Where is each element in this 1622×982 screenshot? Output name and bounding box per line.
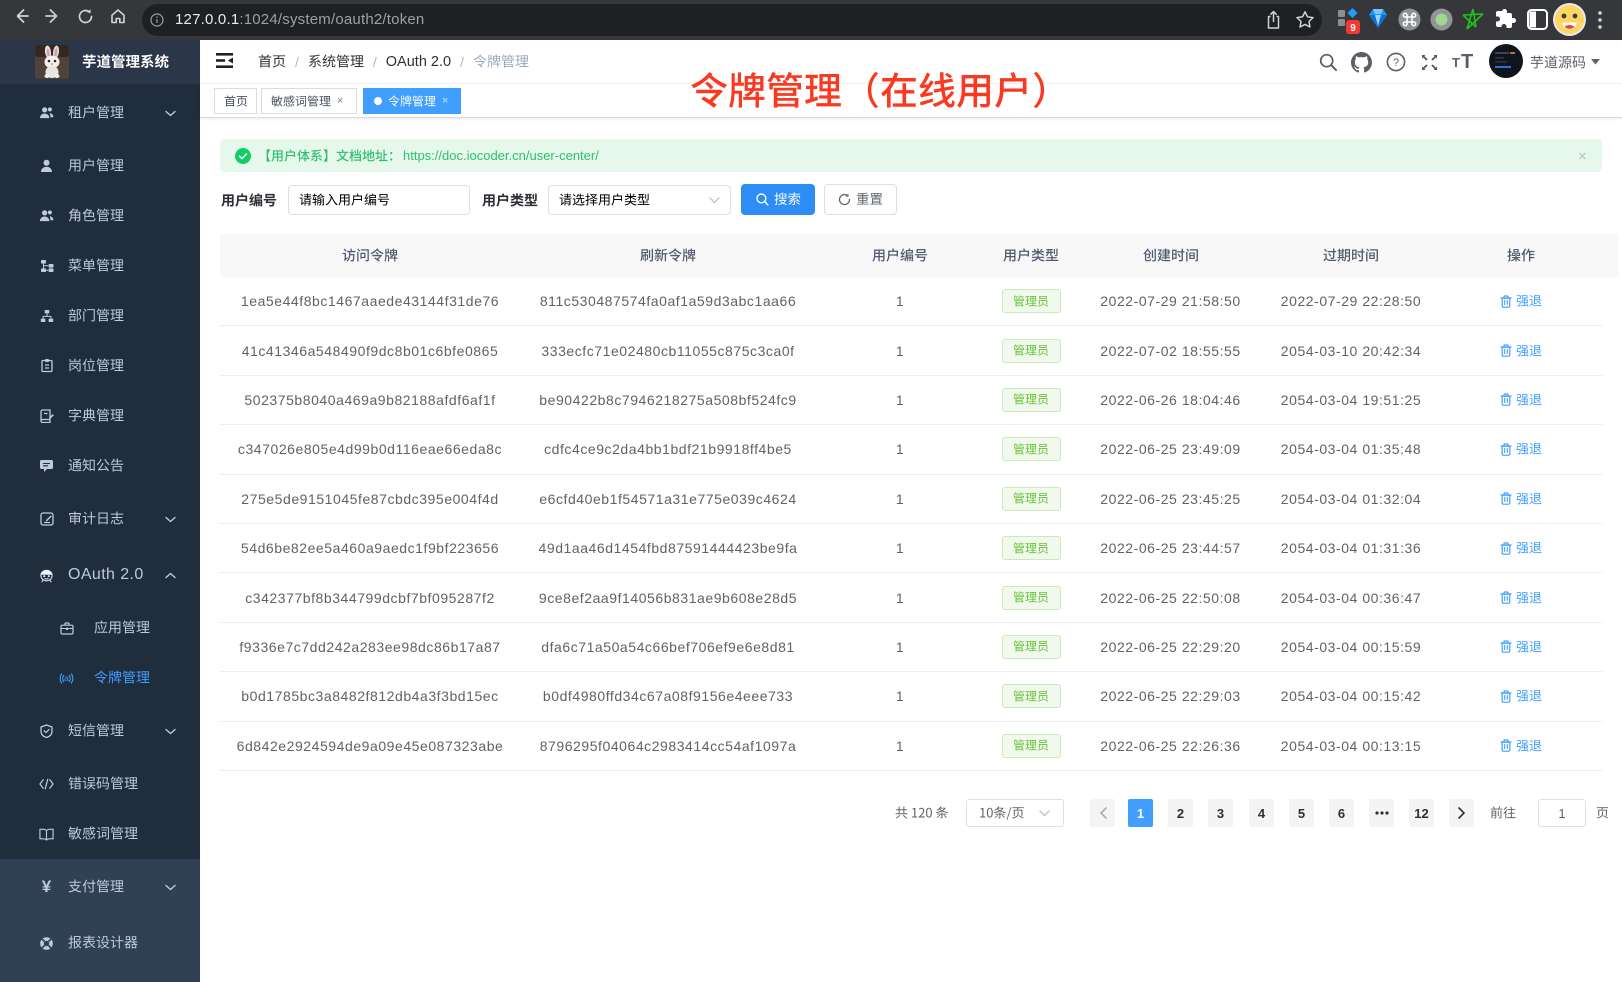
svg-text:?: ?: [1393, 57, 1399, 69]
svg-text:9: 9: [1350, 23, 1356, 34]
svg-text:a: a: [64, 673, 69, 683]
